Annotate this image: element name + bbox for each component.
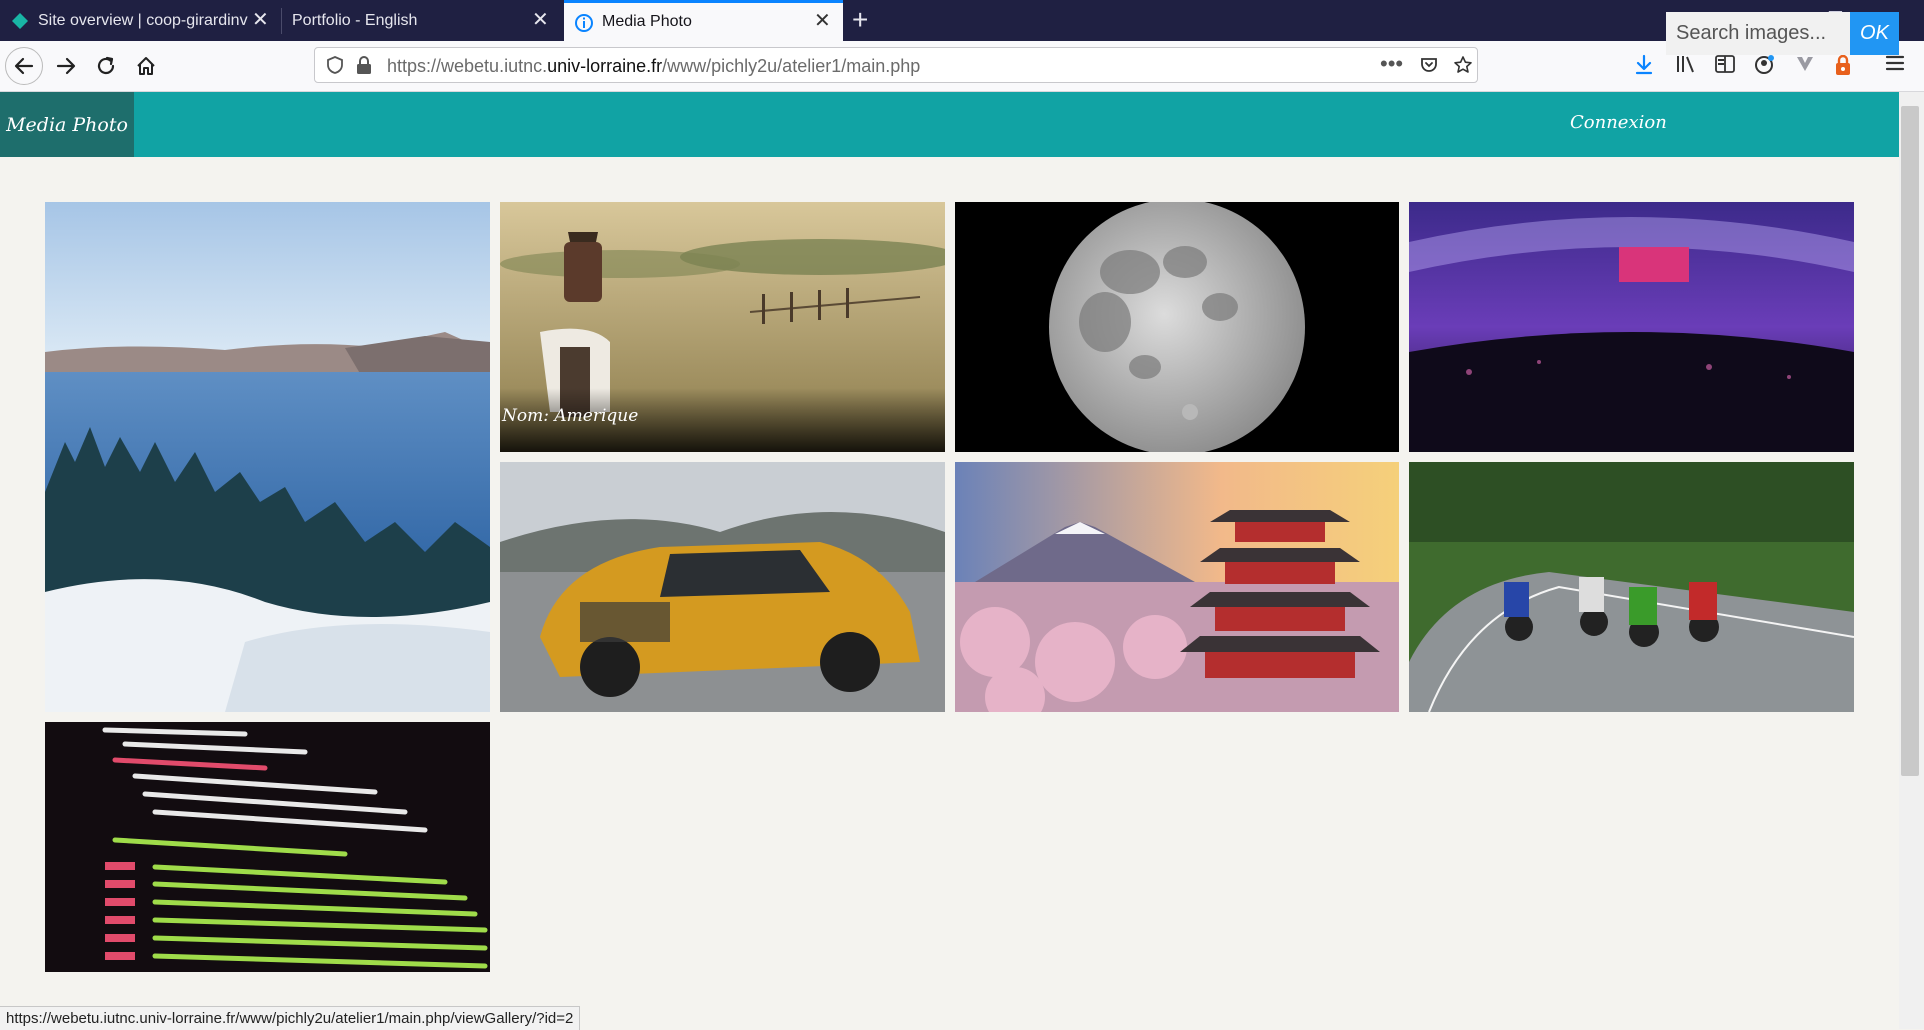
diamond-icon — [12, 13, 28, 29]
close-icon[interactable]: ✕ — [532, 10, 549, 30]
photo-moon — [1049, 202, 1305, 452]
download-icon[interactable] — [1634, 54, 1654, 76]
back-button[interactable] — [5, 47, 43, 85]
gallery-item-cowboy[interactable]: Nom: Amerique — [500, 202, 945, 452]
arrow-left-icon — [14, 57, 34, 75]
gallery-item-lake[interactable] — [45, 202, 490, 712]
extension-lock-icon[interactable] — [1834, 54, 1852, 76]
url-domain: univ-lorraine.fr — [547, 56, 663, 76]
photo-arena — [1409, 202, 1854, 452]
url-prefix: https://webetu.iutnc. — [387, 56, 548, 76]
photo-yellow-car — [500, 462, 945, 712]
gallery-item-moon[interactable] — [955, 202, 1399, 452]
home-icon — [137, 57, 155, 75]
tab-site-overview[interactable]: Site overview | coop-girardinvi ✕ — [0, 0, 280, 41]
search-ok-button[interactable]: OK — [1850, 12, 1899, 55]
more-actions-icon[interactable]: ••• — [1380, 51, 1403, 77]
image-caption: Nom: Amerique — [500, 388, 945, 452]
browser-tab-strip: Site overview | coop-girardinvi ✕ Portfo… — [0, 0, 1924, 41]
sidebar-icon[interactable] — [1714, 54, 1736, 74]
reload-button[interactable] — [89, 49, 123, 83]
home-button[interactable] — [129, 49, 163, 83]
lock-icon[interactable] — [355, 55, 373, 75]
tab-label: Portfolio - English — [292, 11, 418, 29]
connexion-link[interactable]: Connexion — [1570, 112, 1667, 133]
page-scrollbar-thumb[interactable] — [1901, 106, 1919, 776]
brand-link[interactable]: Media Photo — [0, 92, 134, 157]
site-navbar: Media Photo Connexion — [0, 92, 1899, 157]
photo-code — [102, 727, 488, 969]
url-text[interactable]: https://webetu.iutnc.univ-lorraine.fr/ww… — [387, 56, 920, 77]
tab-label: Media Photo — [602, 13, 692, 30]
info-icon — [575, 14, 593, 32]
status-bar-link-preview: https://webetu.iutnc.univ-lorraine.fr/ww… — [0, 1006, 581, 1030]
account-icon[interactable] — [1754, 54, 1776, 76]
gallery-item-motorbikes[interactable] — [1409, 462, 1854, 712]
gallery-item-car[interactable] — [500, 462, 945, 712]
url-bar[interactable]: https://webetu.iutnc.univ-lorraine.fr/ww… — [314, 47, 1478, 83]
photo-pagoda — [955, 462, 1399, 712]
close-icon[interactable]: ✕ — [252, 10, 269, 30]
tab-portfolio[interactable]: Portfolio - English ✕ — [282, 0, 563, 41]
tab-label: Site overview | coop-girardinvi — [38, 11, 248, 29]
extension-v-icon[interactable] — [1794, 54, 1816, 74]
browser-toolbar: https://webetu.iutnc.univ-lorraine.fr/ww… — [0, 41, 1924, 92]
gallery-item-arena[interactable] — [1409, 202, 1854, 452]
menu-icon[interactable] — [1885, 54, 1905, 72]
gallery-item-code[interactable] — [45, 722, 490, 972]
shield-icon[interactable] — [325, 55, 345, 75]
pocket-icon[interactable] — [1419, 55, 1439, 75]
library-icon[interactable] — [1675, 54, 1697, 74]
bookmark-star-icon[interactable] — [1453, 55, 1473, 75]
url-path: /www/pichly2u/atelier1/main.php — [662, 56, 921, 76]
photo-lake — [45, 202, 490, 712]
arrow-right-icon — [56, 57, 76, 75]
reload-icon — [97, 56, 115, 75]
new-tab-icon[interactable]: + — [852, 6, 868, 34]
forward-button[interactable] — [49, 49, 83, 83]
photo-motorbikes — [1409, 462, 1854, 712]
gallery-item-pagoda[interactable] — [955, 462, 1399, 712]
tab-media-photo[interactable]: Media Photo ✕ — [564, 0, 843, 41]
close-icon[interactable]: ✕ — [814, 11, 831, 31]
search-input[interactable] — [1666, 12, 1850, 55]
